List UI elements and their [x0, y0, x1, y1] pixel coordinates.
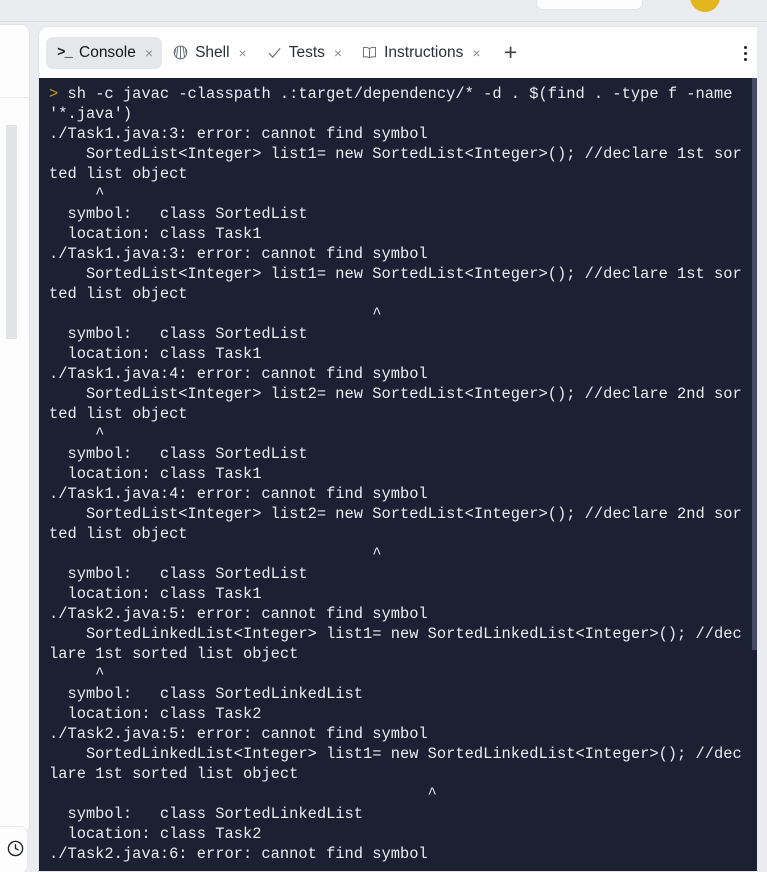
- prompt-icon: >_: [57, 44, 73, 61]
- checkmark-icon: [266, 44, 283, 61]
- app-header: ⋯ ⋮: [0, 0, 767, 22]
- tab-shell-label: Shell: [195, 43, 230, 61]
- tab-tests-label: Tests: [288, 43, 325, 61]
- close-icon[interactable]: ×: [145, 46, 153, 60]
- left-panel-scrollbar[interactable]: [6, 125, 17, 339]
- history-button[interactable]: [0, 826, 28, 872]
- tab-console[interactable]: >_ Console ×: [46, 36, 163, 69]
- left-side-panel: •••: [0, 24, 31, 834]
- tab-instructions[interactable]: Instructions ×: [351, 37, 489, 69]
- tab-console-label: Console: [79, 43, 136, 61]
- avatar[interactable]: [690, 0, 720, 12]
- console-output-text: > sh -c javac -classpath .:target/depend…: [49, 85, 742, 863]
- clock-icon: [7, 840, 24, 857]
- book-icon: [361, 44, 378, 61]
- header-search-pill[interactable]: [536, 0, 643, 10]
- close-icon[interactable]: ×: [334, 46, 342, 60]
- console-panel: >_ Console × Shell × Tests × Instruction…: [38, 26, 767, 872]
- close-icon[interactable]: ×: [472, 46, 480, 60]
- divider: [0, 97, 31, 98]
- tab-instructions-label: Instructions: [384, 43, 464, 61]
- tab-shell[interactable]: Shell ×: [162, 37, 256, 69]
- tab-bar: >_ Console × Shell × Tests × Instruction…: [39, 27, 766, 78]
- right-gutter: [757, 22, 767, 872]
- tab-tests[interactable]: Tests ×: [256, 37, 351, 69]
- add-tab-button[interactable]: +: [496, 38, 526, 68]
- console-output-area[interactable]: > sh -c javac -classpath .:target/depend…: [39, 78, 766, 871]
- tab-bar-menu-icon[interactable]: [736, 42, 754, 64]
- close-icon[interactable]: ×: [239, 46, 247, 60]
- replit-workspace: ⋯ ⋮ ••• >_ Console ×: [0, 0, 767, 872]
- seashell-icon: [172, 44, 189, 61]
